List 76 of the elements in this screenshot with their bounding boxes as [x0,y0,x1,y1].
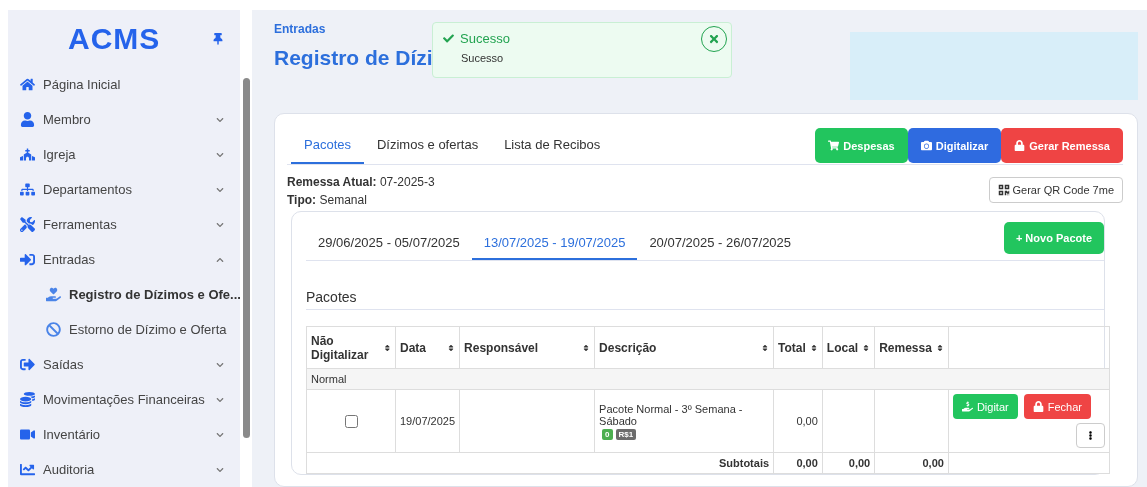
more-icon [1086,431,1095,440]
close-icon [708,33,720,45]
action-button[interactable]: Digitalizar [907,128,1002,163]
cart-icon [828,140,840,151]
menu-icon [20,252,35,267]
tab[interactable]: Dízimos e ofertas [364,137,492,164]
table-cell: 19/07/2025 [395,389,460,453]
menu-icon [20,357,35,372]
sort-icon [935,343,944,352]
badge: R$1 [615,429,637,440]
menu-item[interactable]: Membro [20,102,240,137]
column-header[interactable]: Remessa [874,326,949,369]
submenu-item[interactable]: Registro de Dízimos e Ofe... [20,277,240,312]
week-tab[interactable]: 29/06/2025 - 05/07/2025 [306,235,472,260]
menu-item[interactable]: Igreja [20,137,240,172]
menu-item[interactable]: Ferramentas [20,207,240,242]
sort-icon [761,343,770,352]
tab[interactable]: Lista de Recibos [491,137,614,164]
column-header[interactable]: Responsável [459,326,595,369]
column-header[interactable]: Não Digitalizar [306,326,396,369]
menu-item[interactable]: Página Inicial [20,67,240,102]
column-header[interactable]: Total [773,326,823,369]
subtotal-label: Subtotais [306,452,774,474]
sort-icon [862,343,871,352]
group-cell: Normal [306,368,1110,390]
logo: ACMS [68,21,161,56]
badge: 0 [602,429,613,440]
hand-coin-icon [961,401,973,412]
pin-icon[interactable] [212,32,224,45]
section-title: Pacotes [306,289,1104,310]
checkbox[interactable] [345,414,358,428]
menu-item[interactable]: Entradas [20,242,240,277]
toast-message: Sucesso [461,52,505,64]
qr-code-icon [997,184,1010,196]
table-cell: 0,00 [773,389,823,453]
table-cell [822,389,875,453]
menu-icon [20,217,35,232]
close-button[interactable]: Fechar [1023,394,1091,419]
sort-icon [582,343,591,352]
hand-heart-icon [46,287,61,302]
breadcrumb[interactable]: Entradas [274,22,433,36]
menu-icon [20,462,35,477]
menu-item[interactable]: Movimentações Financeiras [20,382,240,417]
lock-icon [1032,401,1044,412]
toast-title: Sucesso [460,31,510,46]
sort-icon [447,343,456,352]
menu-item[interactable]: Departamentos [20,172,240,207]
page-title: Registro de Dízi [274,46,433,70]
sort-icon [809,343,818,352]
description-text: Pacote Normal - 3º Semana - Sábado [599,403,744,427]
week-tab[interactable]: 13/07/2025 - 19/07/2025 [471,235,638,260]
lock-icon [1014,140,1026,151]
sort-icon [384,343,391,352]
camera-icon [920,140,932,151]
tab[interactable]: Pacotes [291,137,364,164]
tipo-text: Tipo: Semanal [287,192,368,209]
more-button[interactable] [1076,423,1105,448]
column-header[interactable]: Data [395,326,460,369]
week-tab[interactable]: 20/07/2025 - 26/07/2025 [637,235,804,260]
menu-icon [20,427,35,442]
check-icon [443,33,454,44]
remessa-text: Remessa Atual: 07-2025-3 [287,174,435,191]
column-header[interactable]: Descrição [594,326,774,369]
menu-item[interactable]: Saídas [20,347,240,382]
ban-icon [46,322,61,337]
qr-code-button[interactable]: Gerar QR Code 7me [988,177,1123,203]
menu-icon [20,147,35,162]
menu-icon [20,392,35,407]
menu-icon [20,77,35,92]
column-header[interactable]: Local [822,326,875,369]
action-button[interactable]: Gerar Remessa [1001,128,1123,163]
menu-icon [20,112,35,127]
menu-item[interactable]: Auditoria [20,452,240,487]
menu-icon [20,182,35,197]
submenu-item[interactable]: Estorno de Dízimo e Oferta [20,312,240,347]
menu-item[interactable]: Inventário [20,417,240,452]
